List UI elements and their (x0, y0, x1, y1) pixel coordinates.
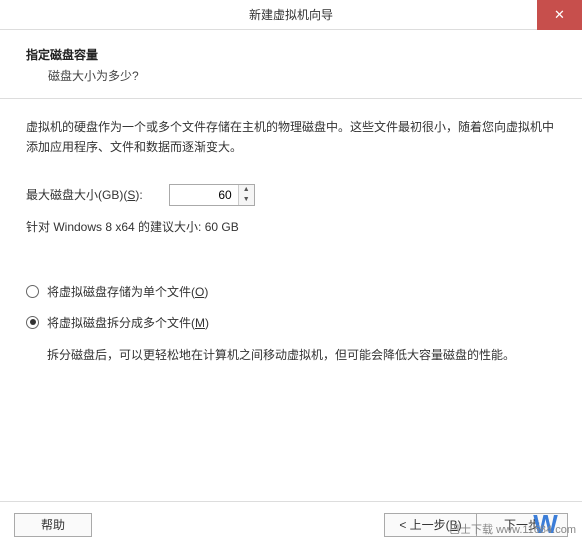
disk-size-label: 最大磁盘大小(GB)(S): (26, 186, 143, 203)
back-button[interactable]: < 上一步(B) (384, 513, 476, 537)
page-title: 指定磁盘容量 (26, 46, 556, 63)
page-subtitle: 磁盘大小为多少? (26, 67, 556, 84)
radio-split-files[interactable]: 将虚拟磁盘拆分成多个文件(M) (26, 314, 556, 331)
spinner-down-icon[interactable]: ▼ (239, 195, 254, 205)
radio-split-files-label: 将虚拟磁盘拆分成多个文件(M) (47, 314, 209, 331)
close-button[interactable]: ✕ (537, 0, 582, 30)
radio-single-file[interactable]: 将虚拟磁盘存储为单个文件(O) (26, 283, 556, 300)
radio-single-file-label: 将虚拟磁盘存储为单个文件(O) (47, 283, 208, 300)
spinner-up-icon[interactable]: ▲ (239, 185, 254, 195)
recommended-size-text: 针对 Windows 8 x64 的建议大小: 60 GB (26, 218, 556, 235)
disk-size-input[interactable] (170, 185, 238, 205)
close-icon: ✕ (554, 7, 565, 23)
window-title: 新建虚拟机向导 (249, 6, 333, 23)
disk-size-spinner[interactable]: ▲ ▼ (169, 184, 255, 206)
next-button[interactable]: 下一步 W (476, 513, 568, 537)
split-description: 拆分磁盘后，可以更轻松地在计算机之间移动虚拟机，但可能会降低大容量磁盘的性能。 (26, 345, 556, 365)
help-button[interactable]: 帮助 (14, 513, 92, 537)
radio-icon (26, 316, 39, 329)
description-text: 虚拟机的硬盘作为一个或多个文件存储在主机的物理磁盘中。这些文件最初很小，随着您向… (26, 117, 556, 158)
radio-icon (26, 285, 39, 298)
